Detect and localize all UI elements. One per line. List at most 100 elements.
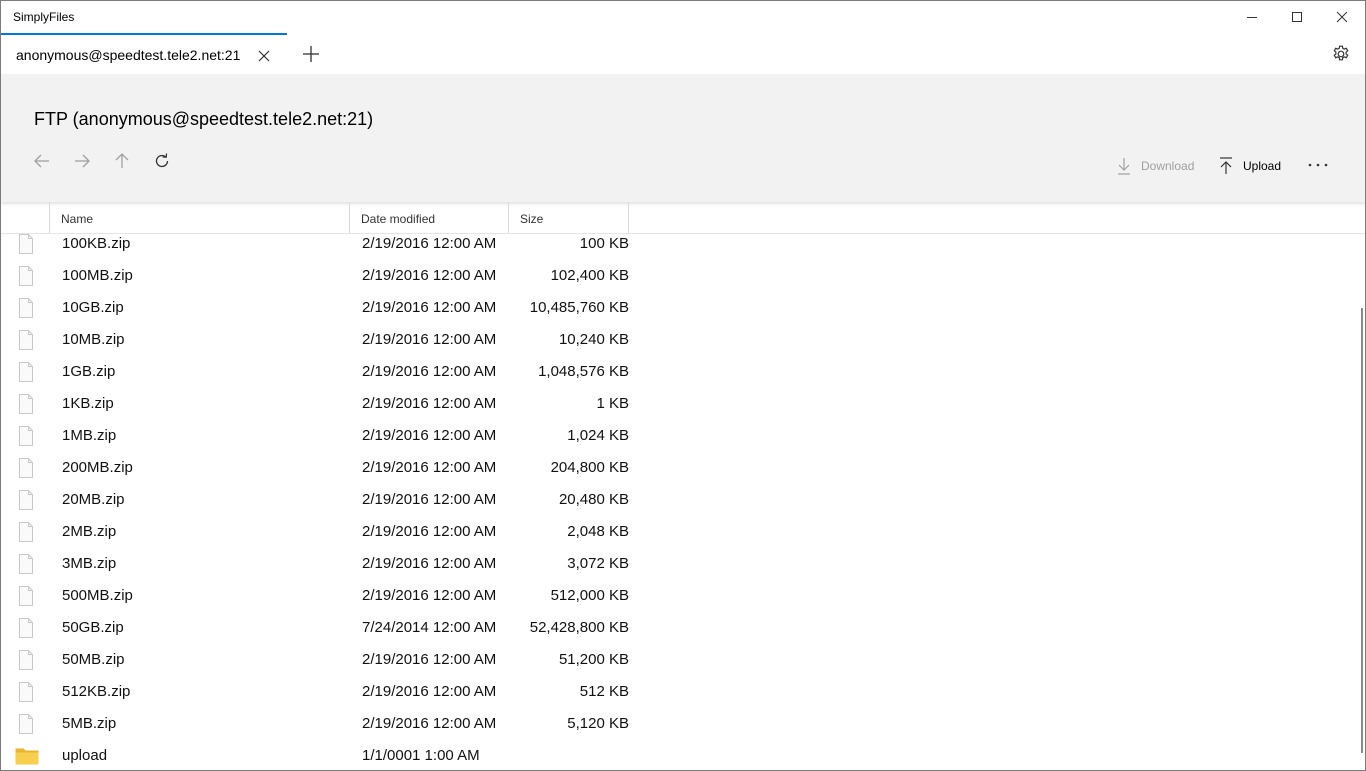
download-label: Download: [1141, 159, 1195, 173]
file-name: 2MB.zip: [62, 523, 117, 540]
file-row[interactable]: 10GB.zip 2/19/2016 12:00 AM 10,485,760 KB: [1, 291, 1351, 323]
file-name: 10MB.zip: [62, 331, 125, 348]
file-row[interactable]: 3MB.zip 2/19/2016 12:00 AM 3,072 KB: [1, 547, 1351, 579]
file-name: 50MB.zip: [62, 651, 125, 668]
file-row[interactable]: 500MB.zip 2/19/2016 12:00 AM 512,000 KB: [1, 579, 1351, 611]
file-name: 1GB.zip: [62, 363, 116, 380]
close-icon: [1336, 11, 1348, 23]
minimize-button[interactable]: [1229, 1, 1275, 33]
file-size: 1,024 KB: [567, 427, 629, 444]
upload-icon: [1220, 157, 1232, 174]
file-name: 1KB.zip: [62, 395, 114, 412]
file-row[interactable]: 512KB.zip 2/19/2016 12:00 AM 512 KB: [1, 675, 1351, 707]
file-size: 10,240 KB: [558, 331, 629, 348]
refresh-button[interactable]: [151, 150, 173, 172]
minimize-icon: [1247, 17, 1257, 18]
add-tab-icon[interactable]: [301, 44, 321, 64]
close-tab-icon[interactable]: [256, 48, 272, 64]
file-row[interactable]: 200MB.zip 2/19/2016 12:00 AM 204,800 KB: [1, 451, 1351, 483]
file-date-modified: 2/19/2016 12:00 AM: [362, 683, 497, 700]
file-row[interactable]: 50GB.zip 7/24/2014 12:00 AM 52,428,800 KB: [1, 611, 1351, 643]
file-icon: [15, 362, 37, 382]
tab-ftp-connection[interactable]: anonymous@speedtest.tele2.net:21: [1, 33, 287, 74]
forward-button[interactable]: [71, 150, 93, 172]
file-date-modified: 2/19/2016 12:00 AM: [362, 395, 497, 412]
file-date-modified: 2/19/2016 12:00 AM: [362, 427, 497, 444]
file-icon: [15, 490, 37, 510]
file-icon: [15, 426, 37, 446]
file-row[interactable]: 2MB.zip 2/19/2016 12:00 AM 2,048 KB: [1, 515, 1351, 547]
file-row[interactable]: 20MB.zip 2/19/2016 12:00 AM 20,480 KB: [1, 483, 1351, 515]
file-row[interactable]: 50MB.zip 2/19/2016 12:00 AM 51,200 KB: [1, 643, 1351, 675]
upload-label: Upload: [1243, 159, 1282, 173]
file-icon: [15, 266, 37, 286]
file-date-modified: 2/19/2016 12:00 AM: [362, 715, 497, 732]
file-date-modified: 2/19/2016 12:00 AM: [362, 459, 497, 476]
file-icon: [15, 618, 37, 638]
file-icon: [15, 458, 37, 478]
file-row[interactable]: 1KB.zip 2/19/2016 12:00 AM 1 KB: [1, 387, 1351, 419]
file-icon: [15, 234, 37, 254]
file-name: 500MB.zip: [62, 587, 133, 604]
file-list: 100KB.zip 2/19/2016 12:00 AM 100 KB 100MB.z…: [1, 227, 1365, 770]
file-date-modified: 2/19/2016 12:00 AM: [362, 363, 497, 380]
file-name: 50GB.zip: [62, 619, 124, 636]
file-icon: [15, 714, 37, 734]
file-icon: [15, 682, 37, 702]
file-icon: [15, 298, 37, 318]
file-name: 10GB.zip: [62, 299, 124, 316]
file-row[interactable]: upload 1/1/0001 1:00 AM: [1, 739, 1351, 770]
tab-strip: anonymous@speedtest.tele2.net:21: [1, 33, 1365, 74]
file-size: 52,428,800 KB: [529, 619, 629, 636]
file-name: 5MB.zip: [62, 715, 117, 732]
file-name: 512KB.zip: [62, 683, 131, 700]
file-row[interactable]: 10MB.zip 2/19/2016 12:00 AM 10,240 KB: [1, 323, 1351, 355]
close-window-button[interactable]: [1319, 1, 1365, 33]
file-row[interactable]: 100MB.zip 2/19/2016 12:00 AM 102,400 KB: [1, 259, 1351, 291]
file-size: 1,048,576 KB: [538, 363, 629, 380]
file-size: 2,048 KB: [567, 523, 629, 540]
file-name: 20MB.zip: [62, 491, 125, 508]
more-dots-icon: [1308, 163, 1328, 167]
file-size: 100 KB: [579, 235, 629, 252]
tab-label: anonymous@speedtest.tele2.net:21: [16, 47, 241, 63]
file-date-modified: 2/19/2016 12:00 AM: [362, 555, 497, 572]
page-title: FTP (anonymous@speedtest.tele2.net:21): [34, 109, 374, 129]
folder-icon: [15, 746, 39, 766]
file-row[interactable]: 1GB.zip 2/19/2016 12:00 AM 1,048,576 KB: [1, 355, 1351, 387]
file-date-modified: 2/19/2016 12:00 AM: [362, 331, 497, 348]
file-row[interactable]: 100KB.zip 2/19/2016 12:00 AM 100 KB: [1, 227, 1351, 259]
file-size: 20,480 KB: [558, 491, 629, 508]
file-date-modified: 2/19/2016 12:00 AM: [362, 299, 497, 316]
arrow-up-icon: [115, 153, 129, 168]
file-date-modified: 2/19/2016 12:00 AM: [362, 523, 497, 540]
more-options-button[interactable]: [1303, 154, 1333, 176]
file-row[interactable]: 1MB.zip 2/19/2016 12:00 AM 1,024 KB: [1, 419, 1351, 451]
file-icon: [15, 394, 37, 414]
location-header: FTP (anonymous@speedtest.tele2.net:21) D…: [1, 74, 1365, 202]
up-button[interactable]: [111, 150, 133, 172]
maximize-icon: [1292, 12, 1302, 22]
refresh-icon: [155, 153, 169, 168]
arrow-left-icon: [34, 154, 49, 168]
app-title: SimplyFiles: [13, 10, 75, 24]
upload-button[interactable]: Upload: [1219, 156, 1281, 176]
file-date-modified: 2/19/2016 12:00 AM: [362, 651, 497, 668]
back-button[interactable]: [31, 150, 53, 172]
file-name: 200MB.zip: [62, 459, 133, 476]
file-size: 204,800 KB: [550, 459, 629, 476]
file-size: 5,120 KB: [567, 715, 629, 732]
download-icon: [1118, 158, 1130, 175]
maximize-button[interactable]: [1274, 1, 1320, 33]
file-name: 3MB.zip: [62, 555, 117, 572]
file-name: upload: [62, 747, 108, 764]
download-button[interactable]: Download: [1117, 156, 1194, 176]
gear-icon[interactable]: [1331, 44, 1351, 64]
file-row[interactable]: 5MB.zip 2/19/2016 12:00 AM 5,120 KB: [1, 707, 1351, 739]
arrow-right-icon: [75, 154, 90, 168]
vertical-scrollbar[interactable]: [1361, 308, 1363, 753]
file-size: 102,400 KB: [550, 267, 629, 284]
file-size: 51,200 KB: [558, 651, 629, 668]
file-size: 3,072 KB: [567, 555, 629, 572]
file-name: 100KB.zip: [62, 235, 131, 252]
